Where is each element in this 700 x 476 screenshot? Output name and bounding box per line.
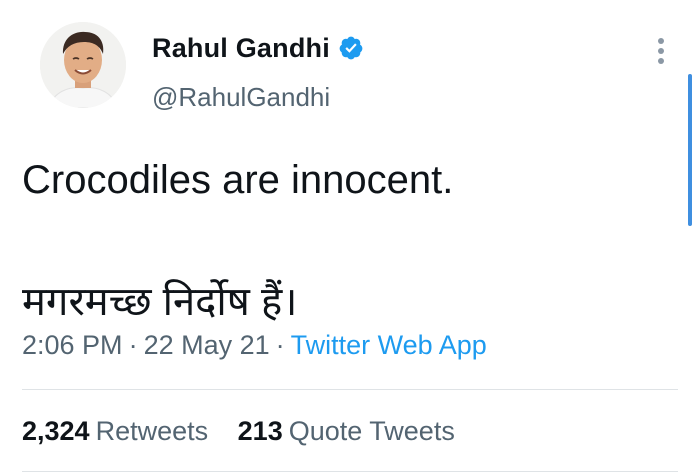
retweets-label: Retweets xyxy=(95,416,209,446)
avatar[interactable] xyxy=(40,22,126,108)
avatar-photo xyxy=(40,22,126,108)
more-vertical-icon[interactable] xyxy=(656,38,666,68)
tweet-text-hindi: मगरमच्छ निर्दोष हैं। xyxy=(22,280,298,324)
tweet-metadata: 2:06 PM · 22 May 21 · Twitter Web App xyxy=(22,330,487,361)
retweets-stat[interactable]: 2,324 Retweets xyxy=(22,416,208,447)
author-handle[interactable]: @RahulGandhi xyxy=(152,82,330,113)
divider xyxy=(22,471,678,472)
quote-tweets-label: Quote Tweets xyxy=(288,416,455,446)
verified-badge-icon xyxy=(338,35,364,61)
tweet-time[interactable]: 2:06 PM xyxy=(22,330,123,360)
meta-separator: · xyxy=(275,330,285,360)
tweet-date[interactable]: 22 May 21 xyxy=(144,330,270,360)
quote-tweets-count: 213 xyxy=(237,416,283,446)
tweet-source-link[interactable]: Twitter Web App xyxy=(291,330,487,360)
engagement-stats: 2,324 Retweets 213 Quote Tweets xyxy=(22,416,455,447)
quote-tweets-stat[interactable]: 213 Quote Tweets xyxy=(238,416,455,447)
divider xyxy=(22,389,678,390)
scrollbar[interactable] xyxy=(688,74,692,226)
author-display-name[interactable]: Rahul Gandhi xyxy=(152,33,330,64)
author-name-row: Rahul Gandhi xyxy=(152,30,364,66)
meta-separator: · xyxy=(128,330,138,360)
retweets-count: 2,324 xyxy=(22,416,90,446)
tweet-text-english: Crocodiles are innocent. xyxy=(22,158,454,202)
